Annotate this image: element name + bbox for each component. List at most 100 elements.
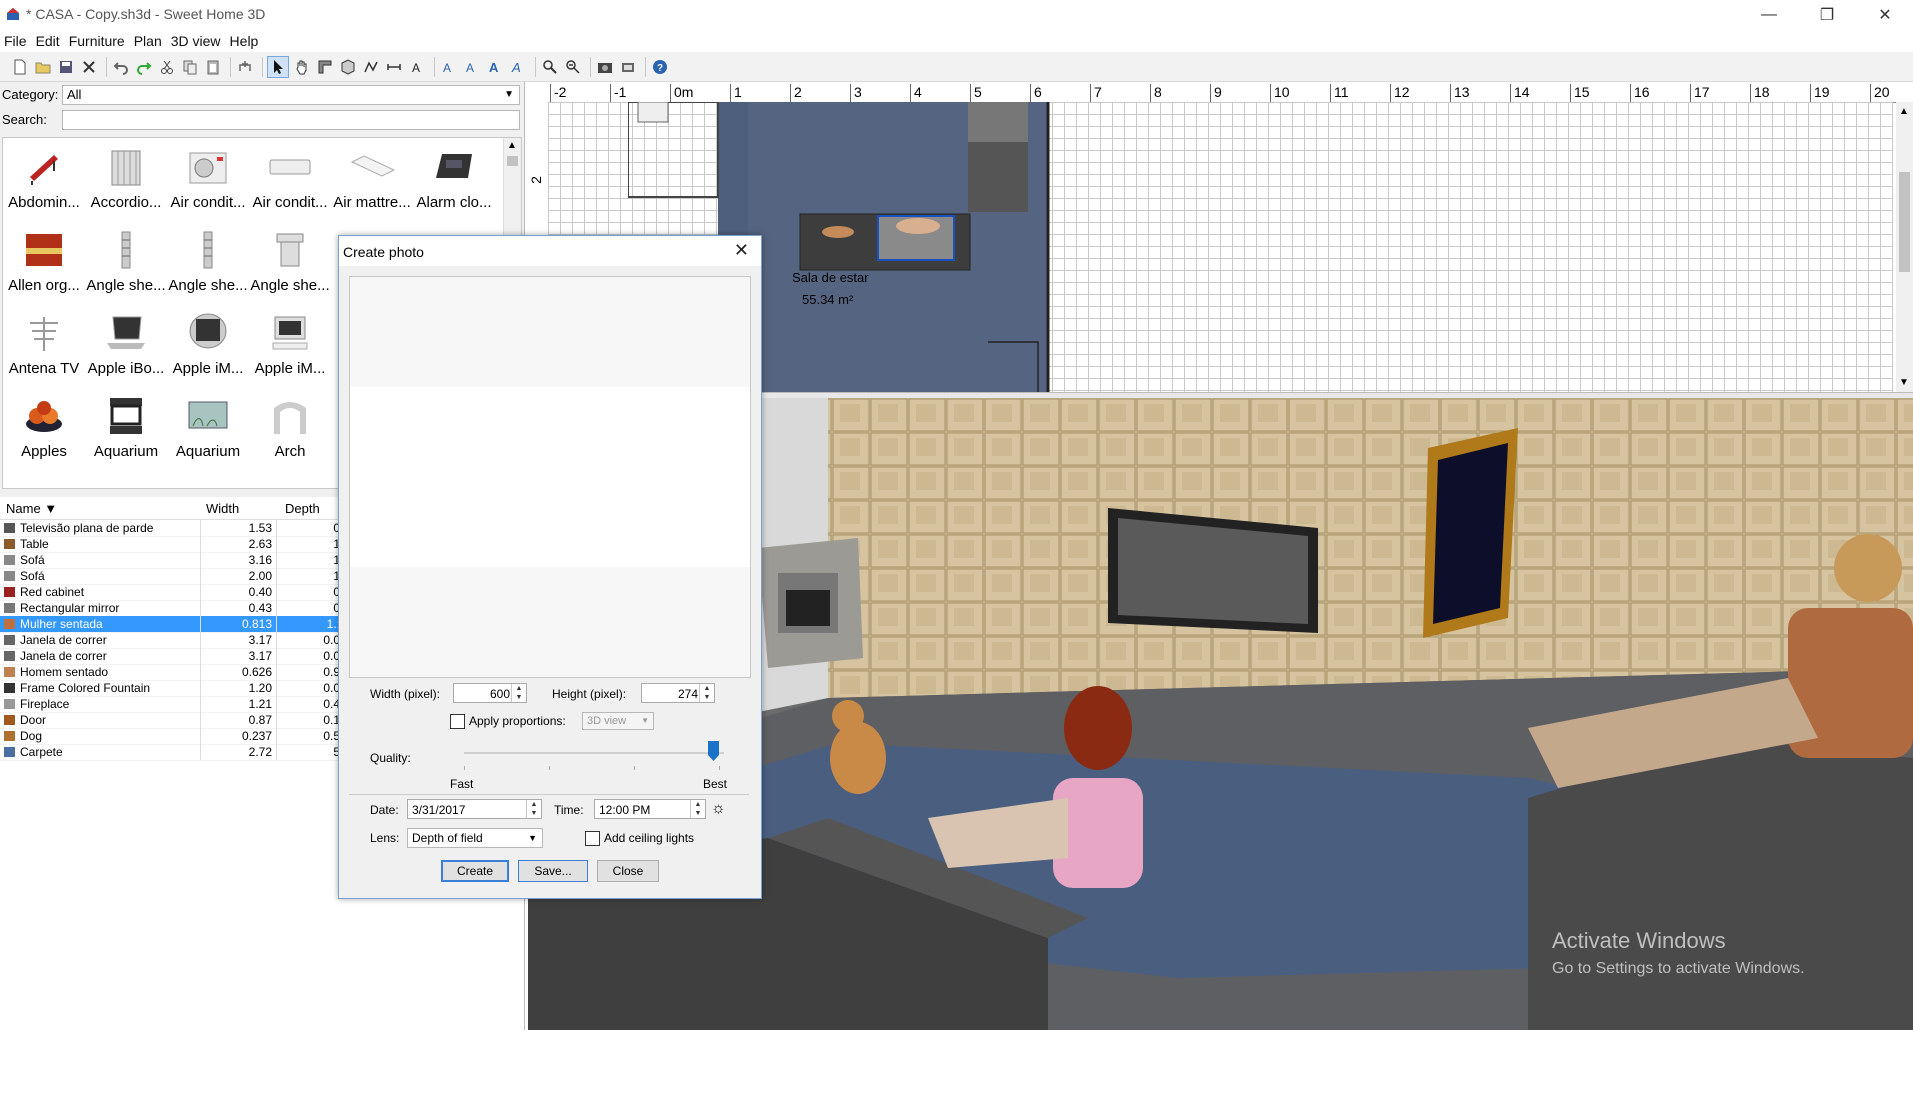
catalog-item[interactable]: Alarm clo...: [413, 138, 495, 220]
zoom-in-icon[interactable]: [540, 57, 560, 77]
row-name: Dog: [20, 729, 43, 743]
menu-file[interactable]: File: [0, 33, 32, 49]
catalog-item[interactable]: Angle she...: [249, 221, 331, 303]
create-rooms-icon[interactable]: [338, 57, 358, 77]
menu-3d-view[interactable]: 3D view: [167, 33, 226, 49]
activation-watermark-subtitle: Go to Settings to activate Windows.: [1552, 960, 1805, 977]
add-text-icon[interactable]: A: [407, 57, 427, 77]
minimize-button[interactable]: —: [1740, 0, 1798, 30]
width-spinner[interactable]: 600 ▲ ▼: [453, 683, 527, 703]
catalog-item[interactable]: Apple iM...: [249, 304, 331, 386]
height-spinner[interactable]: 274 ▲ ▼: [641, 683, 715, 703]
sun-icon[interactable]: ☼: [711, 800, 726, 818]
title-bar: * CASA - Copy.sh3d - Sweet Home 3D — ❐ ✕: [0, 0, 1913, 30]
open-folder-icon[interactable]: [33, 57, 53, 77]
catalog-item[interactable]: Angle she...: [85, 221, 167, 303]
horizontal-ruler: -2 -1 0m 1 2 3 4 5 6 7 8 9 10 11 12 13 14 15 16 17 18 19 20: [528, 82, 1913, 103]
ruler-tick: [610, 84, 611, 102]
close-window-button[interactable]: ✕: [1856, 0, 1913, 30]
catalog-item[interactable]: Angle she...: [167, 221, 249, 303]
menu-help[interactable]: Help: [226, 33, 264, 49]
catalog-item[interactable]: Air condit...: [249, 138, 331, 220]
create-photo-icon[interactable]: [595, 57, 615, 77]
quality-slider-thumb[interactable]: [708, 741, 719, 761]
create-walls-icon[interactable]: [315, 57, 335, 77]
ruler-label: 5: [974, 84, 982, 100]
zoom-out-icon[interactable]: [563, 57, 583, 77]
catalog-item[interactable]: Aquarium: [85, 387, 167, 469]
furniture-icon: [4, 635, 15, 645]
save-button[interactable]: Save...: [518, 860, 588, 882]
catalog-item[interactable]: Apples: [3, 387, 85, 469]
catalog-item[interactable]: Abdomin...: [3, 138, 85, 220]
catalog-item[interactable]: Arch: [249, 387, 331, 469]
create-button[interactable]: Create: [441, 860, 509, 882]
proportions-select[interactable]: 3D view ▼: [582, 712, 654, 730]
column-header-name[interactable]: Name ▼: [6, 501, 57, 516]
undo-icon[interactable]: [111, 57, 131, 77]
quality-slider[interactable]: [464, 752, 724, 754]
plan-scrollbar[interactable]: ▲ ▼: [1896, 102, 1913, 392]
scroll-thumb[interactable]: [1899, 172, 1910, 272]
time-spinner[interactable]: 12:00 PM ▲ ▼: [594, 799, 706, 819]
quality-label: Quality:: [370, 751, 411, 765]
text-style-icon[interactable]: A: [462, 57, 482, 77]
cut-icon[interactable]: [157, 57, 177, 77]
create-dimensions-icon[interactable]: [384, 57, 404, 77]
bold-text-icon[interactable]: A: [485, 57, 505, 77]
scroll-thumb[interactable]: [507, 156, 518, 166]
dialog-title-bar: Create photo ✕: [339, 236, 761, 266]
date-spinner[interactable]: 3/31/2017 ▲ ▼: [407, 799, 542, 819]
catalog-item[interactable]: Air condit...: [167, 138, 249, 220]
ceiling-lights-checkbox[interactable]: [585, 831, 600, 846]
scroll-up-icon[interactable]: ▲: [507, 140, 517, 151]
catalog-item[interactable]: Allen org...: [3, 221, 85, 303]
imac-icon: [182, 308, 234, 358]
menu-furniture[interactable]: Furniture: [65, 33, 130, 49]
select-mode-icon[interactable]: [267, 55, 289, 78]
close-icon[interactable]: ✕: [734, 240, 749, 261]
close-button[interactable]: Close: [597, 860, 659, 882]
lens-select[interactable]: Depth of field ▼: [407, 828, 543, 848]
row-depth: 0.0: [323, 681, 340, 695]
scroll-up-icon[interactable]: ▲: [1899, 106, 1909, 117]
redo-icon[interactable]: [134, 57, 154, 77]
catalog-item-label: Aquarium: [93, 443, 159, 460]
search-input[interactable]: [62, 110, 520, 130]
pan-mode-icon[interactable]: [292, 57, 312, 77]
column-header-depth[interactable]: Depth: [285, 501, 320, 516]
scroll-down-icon[interactable]: ▼: [1899, 377, 1909, 388]
paste-icon[interactable]: [203, 57, 223, 77]
create-polylines-icon[interactable]: [361, 57, 381, 77]
column-header-width[interactable]: Width: [206, 501, 239, 516]
save-icon[interactable]: [56, 57, 76, 77]
italic-text-icon[interactable]: A: [508, 57, 528, 77]
copy-icon[interactable]: [180, 57, 200, 77]
row-name: Janela de correr: [20, 633, 107, 647]
catalog-item[interactable]: Apple iBo...: [85, 304, 167, 386]
spinner-arrows-icon[interactable]: ▲ ▼: [699, 684, 714, 702]
catalog-item[interactable]: Aquarium: [167, 387, 249, 469]
cut-tool-icon[interactable]: [79, 57, 99, 77]
help-icon[interactable]: ?: [650, 57, 670, 77]
spinner-arrows-icon[interactable]: ▲ ▼: [526, 800, 541, 818]
catalog-item[interactable]: Accordio...: [85, 138, 167, 220]
text-style-icon[interactable]: A: [439, 57, 459, 77]
row-name: Fireplace: [20, 697, 70, 711]
add-furniture-icon[interactable]: [235, 57, 255, 77]
air-conditioner-wall-icon: [264, 142, 316, 192]
apply-proportions-checkbox[interactable]: [450, 714, 465, 729]
catalog-item[interactable]: Antena TV: [3, 304, 85, 386]
category-select[interactable]: All ▼: [62, 85, 520, 105]
spinner-arrows-icon[interactable]: ▲ ▼: [511, 684, 526, 702]
spinner-arrows-icon[interactable]: ▲ ▼: [690, 800, 705, 818]
catalog-item[interactable]: Apple iM...: [167, 304, 249, 386]
menu-plan[interactable]: Plan: [130, 33, 167, 49]
new-file-icon[interactable]: [10, 57, 30, 77]
restore-button[interactable]: ❐: [1798, 0, 1856, 30]
catalog-item[interactable]: Air mattre...: [331, 138, 413, 220]
row-width: 2.72: [200, 744, 277, 760]
row-name: Frame Colored Fountain: [20, 681, 151, 695]
create-video-icon[interactable]: [618, 57, 638, 77]
menu-edit[interactable]: Edit: [32, 33, 65, 49]
